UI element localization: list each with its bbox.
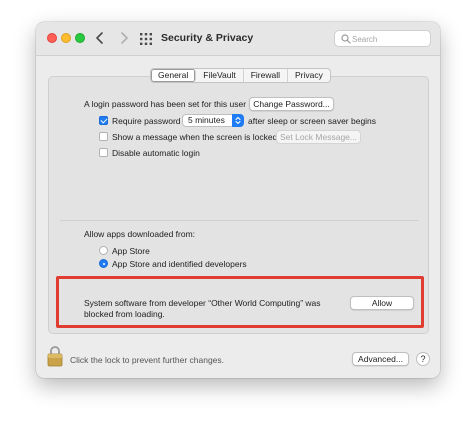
allow-apps-heading: Allow apps downloaded from: [84,229,196,239]
require-password-suffix: after sleep or screen saver begins [248,116,377,126]
login-password-text: A login password has been set for this u… [84,99,247,109]
title-bar: Security & Privacy [36,22,440,56]
disable-automatic-login-checkbox[interactable] [99,148,108,157]
padlock-icon[interactable] [47,345,63,367]
require-password-delay-value: 5 minutes [188,115,225,125]
require-password-label: Require password [112,116,181,126]
tab-firewall[interactable]: Firewall [244,69,288,82]
allow-button[interactable]: Allow [350,296,414,310]
tab-general[interactable]: General [151,69,197,82]
blocked-software-message-line1: System software from developer “Other Wo… [84,298,321,308]
minimize-window-button[interactable] [61,33,71,43]
forward-chevron-icon[interactable] [116,29,132,47]
help-button[interactable]: ? [416,352,430,366]
advanced-button[interactable]: Advanced... [352,352,409,366]
security-privacy-window: Security & Privacy General FileVault Fir… [36,22,440,378]
change-password-button[interactable]: Change Password... [249,97,334,111]
close-window-button[interactable] [47,33,57,43]
zoom-window-button[interactable] [75,33,85,43]
set-lock-message-button[interactable]: Set Lock Message... [276,130,361,144]
tab-privacy[interactable]: Privacy [288,69,330,82]
window-title: Security & Privacy [161,32,254,44]
blocked-software-message-line2: blocked from loading. [84,309,165,319]
require-password-checkbox[interactable] [99,116,108,125]
section-divider [60,220,418,221]
chevron-updown-icon [232,114,244,127]
search-icon [341,34,351,44]
radio-app-store[interactable] [99,246,108,255]
search-input[interactable] [352,33,426,45]
show-all-grid-icon[interactable] [140,33,152,45]
tab-bar: General FileVault Firewall Privacy [150,68,331,83]
require-password-delay-select[interactable]: 5 minutes [182,114,244,127]
lock-status-text: Click the lock to prevent further change… [70,355,225,365]
radio-app-store-identified-developers-label: App Store and identified developers [112,259,247,269]
back-chevron-icon[interactable] [92,29,108,47]
tab-filevault[interactable]: FileVault [196,69,244,82]
radio-app-store-identified-developers[interactable] [99,259,108,268]
disable-automatic-login-label: Disable automatic login [112,148,200,158]
search-field[interactable] [334,30,431,47]
show-message-checkbox[interactable] [99,132,108,141]
radio-app-store-label: App Store [112,246,150,256]
show-message-label: Show a message when the screen is locked [112,132,278,142]
